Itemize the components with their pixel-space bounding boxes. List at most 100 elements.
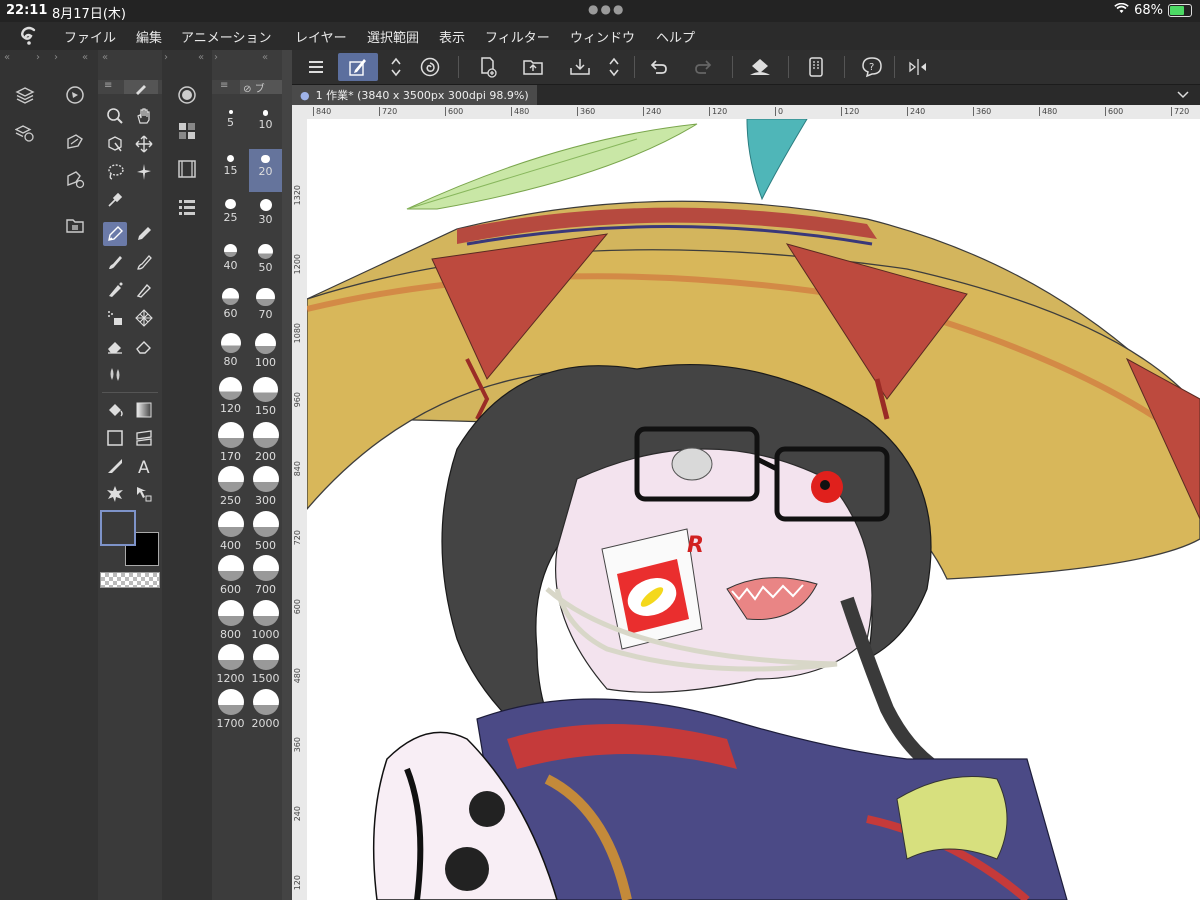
sub-tool-detail-icon[interactable] (62, 128, 88, 154)
brush-size-option[interactable]: 1700 (214, 683, 247, 730)
eraser-icon[interactable] (103, 334, 127, 358)
collapse-left-icon[interactable]: « (4, 52, 10, 66)
material-icon[interactable] (62, 212, 88, 238)
undo-icon[interactable] (644, 53, 672, 81)
fill-bucket-icon[interactable] (103, 398, 127, 422)
menu-file[interactable]: ファイル (64, 27, 116, 46)
expand-right-icon[interactable]: › (36, 52, 40, 66)
balloon-icon[interactable] (103, 482, 127, 506)
brush-size-option[interactable]: 70 (249, 282, 282, 325)
brush-size-option[interactable]: 50 (249, 238, 282, 281)
transparent-color-swatch[interactable] (100, 572, 160, 588)
brush-size-option[interactable]: 150 (249, 371, 282, 417)
brush-icon[interactable] (103, 250, 127, 274)
brush-size-option[interactable]: 1200 (214, 638, 247, 685)
brush-size-option[interactable]: 1000 (249, 594, 282, 641)
blend-icon[interactable] (132, 278, 156, 302)
decoration-icon[interactable] (103, 278, 127, 302)
color-set-icon[interactable] (174, 118, 200, 144)
correct-line-icon[interactable] (132, 482, 156, 506)
expand-right-icon[interactable]: › (54, 52, 58, 66)
brush-size-option[interactable]: 120 (214, 371, 247, 415)
collapse-left-icon[interactable]: « (198, 52, 204, 66)
drawing-canvas[interactable]: R (307, 119, 1200, 900)
flip-icon[interactable] (904, 53, 932, 81)
brush-size-option[interactable]: 40 (214, 238, 247, 281)
navigator-icon[interactable] (62, 82, 88, 108)
brush-size-option[interactable]: 20 (249, 148, 282, 192)
fill-icon[interactable] (746, 53, 774, 81)
hand-icon[interactable] (132, 104, 156, 128)
brush-size-option[interactable]: 10 (249, 104, 282, 147)
menu-view[interactable]: 表示 (439, 27, 465, 46)
save-icon[interactable] (566, 53, 594, 81)
move-icon[interactable] (132, 132, 156, 156)
gradient-icon[interactable] (132, 398, 156, 422)
panel-menu-icon[interactable]: ≡ (220, 80, 228, 91)
menu-help[interactable]: ヘルプ (656, 27, 695, 46)
pencil-icon[interactable] (132, 222, 156, 246)
brush-size-option[interactable]: 2000 (249, 683, 282, 730)
menu-icon[interactable] (302, 53, 330, 81)
pattern-icon[interactable] (132, 306, 156, 330)
airbrush-icon[interactable] (132, 250, 156, 274)
brush-size-icon[interactable] (174, 82, 200, 108)
brush-size-option[interactable]: 600 (214, 549, 247, 596)
brush-size-option[interactable]: 300 (249, 460, 282, 507)
pen-tab-icon[interactable] (124, 80, 158, 95)
app-logo-icon[interactable] (18, 24, 40, 46)
menu-window[interactable]: ウィンドウ (570, 27, 635, 46)
new-doc-icon[interactable] (474, 53, 502, 81)
eraser-soft-icon[interactable] (132, 334, 156, 358)
document-tab[interactable]: ● 1 作業* (3840 x 3500px 300dpi 98.9%) (292, 85, 537, 105)
zoom-icon[interactable] (103, 104, 127, 128)
main-color-swatch[interactable] (100, 510, 136, 546)
panel-menu-icon[interactable]: ≡ (104, 80, 112, 91)
frame-border-icon[interactable] (132, 426, 156, 450)
brush-size-option[interactable]: 1500 (249, 638, 282, 685)
collapse-left-icon[interactable]: « (82, 52, 88, 66)
spray-icon[interactable] (103, 306, 127, 330)
redo-icon[interactable] (690, 53, 718, 81)
ruler-icon[interactable] (103, 454, 127, 478)
help-icon[interactable]: ? (858, 53, 886, 81)
brush-size-option[interactable]: 80 (214, 327, 247, 370)
chevron-down-icon[interactable] (1176, 87, 1190, 106)
lasso-icon[interactable] (103, 160, 127, 184)
blend-drops-icon[interactable] (103, 362, 127, 386)
device-icon[interactable] (802, 53, 830, 81)
brush-size-option[interactable]: 30 (249, 193, 282, 236)
layer-list-icon[interactable] (174, 194, 200, 220)
layers-icon[interactable] (12, 82, 38, 108)
expand-right-icon[interactable]: › (214, 52, 218, 66)
open-folder-icon[interactable] (520, 53, 548, 81)
brush-size-option[interactable]: 700 (249, 549, 282, 596)
menu-filter[interactable]: フィルター (485, 27, 550, 46)
expand-right-icon[interactable]: › (164, 52, 168, 66)
brush-size-option[interactable]: 800 (214, 594, 247, 641)
collapse-left-icon[interactable]: « (102, 52, 108, 66)
eyedropper-icon[interactable] (103, 188, 127, 212)
brush-size-option[interactable]: 25 (214, 193, 247, 236)
timeline-icon[interactable] (174, 156, 200, 182)
brush-size-option[interactable]: 200 (249, 416, 282, 463)
brush-size-option[interactable]: 15 (214, 149, 247, 192)
pen-tool-icon[interactable] (103, 222, 127, 246)
brush-size-option[interactable]: 170 (214, 416, 247, 463)
menu-animation[interactable]: アニメーション (181, 27, 271, 46)
brush-size-option[interactable]: 60 (214, 282, 247, 325)
brush-size-tab-icon[interactable]: ⊘ ブ (240, 80, 282, 95)
brush-size-option[interactable]: 400 (214, 505, 247, 552)
brush-size-option[interactable]: 250 (214, 460, 247, 507)
brush-size-option[interactable]: 100 (249, 327, 282, 370)
magic-wand-icon[interactable] (132, 160, 156, 184)
brush-size-option[interactable]: 5 (214, 104, 247, 147)
brush-size-option[interactable]: 500 (249, 505, 282, 552)
spiral-icon[interactable] (416, 53, 444, 81)
updown-icon[interactable] (604, 53, 624, 81)
menu-selection[interactable]: 選択範囲 (367, 27, 419, 46)
multitask-dots-icon[interactable]: ●●● (588, 2, 625, 16)
pen-edit-icon[interactable] (338, 53, 378, 81)
text-icon[interactable]: A (132, 454, 156, 478)
collapse-left-icon[interactable]: « (262, 52, 268, 66)
